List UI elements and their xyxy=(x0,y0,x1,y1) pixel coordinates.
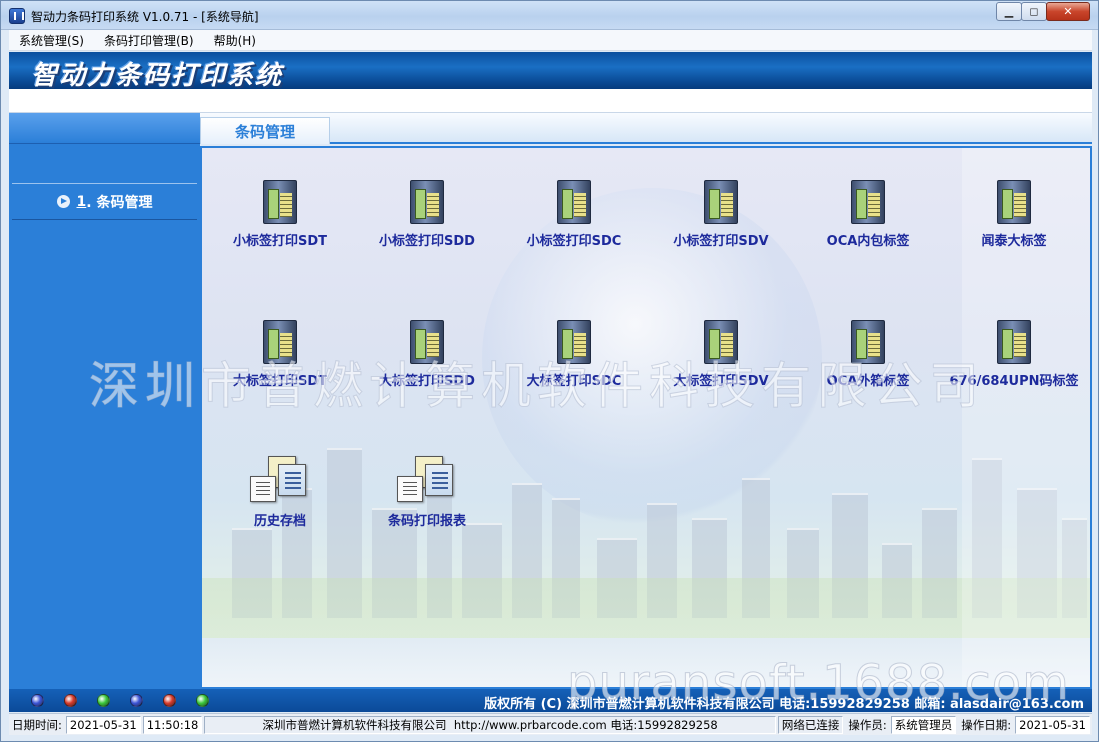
server-icon xyxy=(410,180,444,224)
title-bar[interactable]: 智动力条码打印系统 V1.0.71 - [系统导航] ▁ ◻ ✕ xyxy=(1,1,1098,30)
datetime-label: 日期时间: xyxy=(12,717,62,732)
app-banner: 智动力条码打印系统 xyxy=(9,52,1092,91)
banner-title: 智动力条码打印系统 xyxy=(31,61,284,91)
app-window: 智动力条码打印系统 V1.0.71 - [系统导航] ▁ ◻ ✕ 系统管理(S)… xyxy=(0,0,1099,742)
sidebar-header xyxy=(9,113,200,144)
minimize-button[interactable]: ▁ xyxy=(996,2,1022,21)
server-icon xyxy=(997,180,1031,224)
tile-label: 小标签打印SDT xyxy=(232,234,328,249)
tile-history-archive[interactable]: 历史存档 xyxy=(210,456,350,529)
tile-label: 历史存档 xyxy=(253,514,306,529)
app-icon[interactable] xyxy=(9,8,25,24)
status-operator: 系统管理员 xyxy=(890,715,957,734)
tile-small-label-sdd[interactable]: 小标签打印SDD xyxy=(357,180,497,249)
documents-icon xyxy=(248,456,312,504)
tab-strip: 条码管理 xyxy=(200,113,1092,144)
tile-label: 闻泰大标签 xyxy=(981,234,1047,249)
status-led-icon xyxy=(97,694,110,707)
server-icon xyxy=(997,320,1031,364)
opdate-label: 操作日期: xyxy=(961,717,1012,732)
status-company-info: 深圳市普燃计算机软件科技有限公司 http://www.prbarcode.co… xyxy=(204,715,776,734)
restore-button[interactable]: ◻ xyxy=(1021,2,1047,21)
status-time: 11:50:18 xyxy=(142,715,203,734)
tile-wingtech-large-label[interactable]: 闻泰大标签 xyxy=(944,180,1084,249)
tile-small-label-sdc[interactable]: 小标签打印SDC xyxy=(504,180,644,249)
sidebar-item-label: . 条码管理 xyxy=(86,194,153,211)
status-led-icon xyxy=(64,694,77,707)
tile-label: OCA内包标签 xyxy=(826,234,910,249)
close-icon: ✕ xyxy=(1063,5,1073,18)
banner-strip xyxy=(9,89,1092,113)
operator-label: 操作员: xyxy=(848,717,887,732)
server-icon xyxy=(263,180,297,224)
tile-label: 条码打印报表 xyxy=(387,514,466,529)
menu-bar: 系统管理(S) 条码打印管理(B) 帮助(H) xyxy=(9,30,1092,51)
tile-label: 小标签打印SDV xyxy=(673,234,769,249)
menu-system[interactable]: 系统管理(S) xyxy=(9,32,94,49)
menu-help[interactable]: 帮助(H) xyxy=(204,32,266,49)
tab-barcode-management[interactable]: 条码管理 xyxy=(200,117,330,144)
tile-label: 小标签打印SDC xyxy=(526,234,622,249)
tile-print-report[interactable]: 条码打印报表 xyxy=(357,456,497,529)
restore-icon: ◻ xyxy=(1029,5,1039,18)
window-title: 智动力条码打印系统 V1.0.71 - [系统导航] xyxy=(31,10,259,24)
server-icon xyxy=(851,180,885,224)
company-watermark: 深圳市普燃计算机软件科技有限公司 xyxy=(89,357,985,416)
minimize-icon: ▁ xyxy=(1004,5,1014,18)
status-company: 深圳市普燃计算机软件科技有限公司 xyxy=(262,717,447,732)
tile-oca-inner-label[interactable]: OCA内包标签 xyxy=(798,180,938,249)
site-watermark: puransoft.1688.com xyxy=(567,655,1070,712)
status-bar: 日期时间: 2021-05-31 11:50:18 深圳市普燃计算机软件科技有限… xyxy=(9,713,1092,735)
status-url: http://www.prbarcode.com xyxy=(453,717,607,732)
window-controls: ▁ ◻ ✕ xyxy=(996,2,1090,21)
background-trees xyxy=(202,578,1090,638)
server-icon xyxy=(704,180,738,224)
server-icon xyxy=(557,180,591,224)
tile-small-label-sdt[interactable]: 小标签打印SDT xyxy=(210,180,350,249)
status-led-icon xyxy=(163,694,176,707)
menu-barcode-print[interactable]: 条码打印管理(B) xyxy=(94,32,204,49)
status-led-icon xyxy=(196,694,209,707)
tab-label: 条码管理 xyxy=(234,122,295,141)
close-button[interactable]: ✕ xyxy=(1046,2,1090,21)
tile-small-label-sdv[interactable]: 小标签打印SDV xyxy=(651,180,791,249)
status-led-icon xyxy=(130,694,143,707)
status-opdate: 2021-05-31 xyxy=(1015,715,1090,734)
status-phone: 电话:15992829258 xyxy=(610,717,718,732)
documents-icon xyxy=(395,456,459,504)
sidebar-item-number: 1 xyxy=(76,193,87,210)
tile-label: 小标签打印SDD xyxy=(379,234,475,249)
sidebar-item-barcode-management[interactable]: 1 . 条码管理 xyxy=(12,183,197,220)
status-date: 2021-05-31 xyxy=(65,715,141,734)
status-led-icon xyxy=(31,694,44,707)
status-network: 网络已连接 xyxy=(777,715,844,734)
arrow-right-icon xyxy=(56,195,70,208)
